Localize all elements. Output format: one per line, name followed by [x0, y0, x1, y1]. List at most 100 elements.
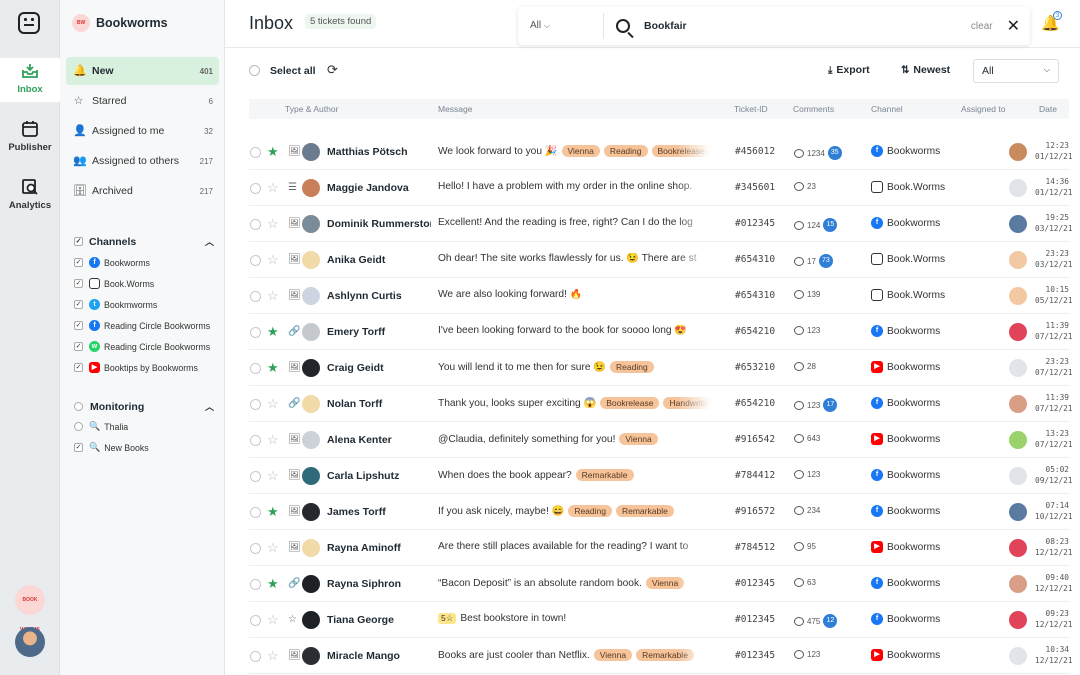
ticket-id[interactable]: #784512 — [735, 542, 775, 553]
author-name[interactable]: Rayna Siphron — [327, 578, 431, 590]
message-preview[interactable]: Thank you, looks super exciting 😱 Bookrel… — [438, 397, 710, 413]
table-row[interactable]: ☆ 🖼 Dominik Rummerstorfer Excellent! And th… — [249, 206, 1073, 242]
select-all-checkbox[interactable] — [249, 65, 260, 76]
row-checkbox[interactable] — [250, 255, 261, 266]
sidebar-item-assigned-to-others[interactable]: 👥 Assigned to others 217 — [66, 147, 219, 175]
star-icon[interactable]: ☆ — [267, 468, 279, 484]
col-channel[interactable]: Channel — [871, 104, 903, 114]
row-checkbox[interactable] — [250, 147, 261, 158]
ticket-id[interactable]: #654210 — [735, 326, 775, 337]
row-checkbox[interactable] — [250, 363, 261, 374]
row-checkbox[interactable] — [250, 543, 261, 554]
author-name[interactable]: Craig Geidt — [327, 362, 431, 374]
assignee-avatar[interactable] — [1009, 395, 1027, 413]
org-logo[interactable]: BOOK WORMS — [15, 585, 45, 633]
close-icon[interactable]: ✕ — [1007, 16, 1020, 36]
assignee-avatar[interactable] — [1009, 575, 1027, 593]
row-checkbox[interactable] — [250, 327, 261, 338]
ticket-id[interactable]: #012345 — [735, 614, 775, 625]
message-tag[interactable]: Reading — [610, 361, 654, 373]
monitoring-section-header[interactable]: Monitoring ︿ — [74, 400, 214, 413]
ticket-id[interactable]: #916542 — [735, 434, 775, 445]
select-all-label[interactable]: Select all — [270, 65, 316, 77]
table-row[interactable]: ★ 🔗 Emery Torff I've been looking forward t… — [249, 314, 1073, 350]
message-tag[interactable]: Bookrelease — [600, 397, 660, 409]
message-tag[interactable]: Vienna — [645, 577, 685, 589]
table-row[interactable]: ☆ ☆ Tiana George 5☆ Best bookstore in town! #… — [249, 602, 1073, 638]
message-preview[interactable]: @Claudia, definitely something for you! V… — [438, 433, 710, 449]
message-preview[interactable]: Excellent! And the reading is free, righ… — [438, 217, 710, 233]
ticket-id[interactable]: #653210 — [735, 362, 775, 373]
author-name[interactable]: Rayna Aminoff — [327, 542, 431, 554]
assignee-avatar[interactable] — [1009, 179, 1027, 197]
message-tag[interactable]: Vienna — [561, 145, 600, 157]
assignee-avatar[interactable] — [1009, 251, 1027, 269]
star-icon[interactable]: ☆ — [267, 180, 279, 196]
row-checkbox[interactable] — [250, 615, 261, 626]
search-scope-dropdown[interactable]: All ⌵ — [518, 13, 604, 39]
refresh-icon[interactable]: ⟳ — [327, 62, 338, 78]
assignee-avatar[interactable] — [1009, 467, 1027, 485]
assignee-avatar[interactable] — [1009, 503, 1027, 521]
monitoring-radio[interactable] — [74, 402, 83, 411]
table-row[interactable]: ☆ 🖼 Alena Kenter @Claudia, definitely somet… — [249, 422, 1073, 458]
sidebar-item-archived[interactable]: 🗄 Archived 217 — [66, 177, 219, 205]
channel-checkbox[interactable]: ✓ — [74, 321, 83, 330]
channel-checkbox[interactable]: ✓ — [74, 258, 83, 267]
user-avatar[interactable] — [15, 627, 45, 657]
message-tag[interactable]: Remarkable — [615, 505, 674, 517]
author-name[interactable]: Miracle Mango — [327, 650, 431, 662]
channels-section-header[interactable]: ✓ Channels ︿ — [74, 235, 214, 248]
author-name[interactable]: Ashlynn Curtis — [327, 290, 431, 302]
row-checkbox[interactable] — [250, 471, 261, 482]
sidebar-item-assigned-to-me[interactable]: 👤 Assigned to me 32 — [66, 117, 219, 145]
table-row[interactable]: ☆ 🖼 Carla Lipshutz When does the book appea… — [249, 458, 1073, 494]
star-icon[interactable]: ☆ — [267, 288, 279, 304]
channel-checkbox[interactable]: ✓ — [74, 279, 83, 288]
channel-item[interactable]: ✓ w Reading Circle Bookworms — [74, 341, 219, 352]
channel-checkbox[interactable]: ✓ — [74, 300, 83, 309]
assignee-avatar[interactable] — [1009, 611, 1027, 629]
author-name[interactable]: Emery Torff — [327, 326, 431, 338]
monitoring-checkbox[interactable]: ✓ — [74, 422, 83, 431]
channel-checkbox[interactable]: ✓ — [74, 363, 83, 372]
message-preview[interactable]: 5☆ Best bookstore in town! — [438, 613, 710, 629]
table-row[interactable]: ★ 🖼 Matthias Pötsch We look forward to you … — [249, 134, 1073, 170]
assignee-avatar[interactable] — [1009, 215, 1027, 233]
author-name[interactable]: Tiana George — [327, 614, 431, 626]
assignee-avatar[interactable] — [1009, 359, 1027, 377]
star-icon[interactable]: ☆ — [267, 396, 279, 412]
sidebar-item-new[interactable]: 🔔 New 401 — [66, 57, 219, 85]
ticket-id[interactable]: #012345 — [735, 218, 775, 229]
ticket-id[interactable]: #654310 — [735, 290, 775, 301]
message-preview[interactable]: When does the book appear? Remarkable — [438, 469, 710, 485]
channel-item[interactable]: ✓ f Reading Circle Bookworms — [74, 320, 219, 331]
ticket-id[interactable]: #784412 — [735, 470, 775, 481]
rail-item-inbox[interactable]: Inbox — [0, 58, 60, 102]
message-tag[interactable]: Remarkable — [636, 649, 694, 661]
table-row[interactable]: ☆ 🖼 Anika Geidt Oh dear! The site works fla… — [249, 242, 1073, 278]
monitoring-item[interactable]: ✓ 🔍Thalia — [74, 421, 219, 432]
message-preview[interactable]: “Bacon Deposit” is an absolute random bo… — [438, 577, 710, 593]
assignee-avatar[interactable] — [1009, 143, 1027, 161]
message-tag[interactable]: Handwriting — [663, 397, 710, 409]
message-preview[interactable]: We are also looking forward! 🔥 — [438, 289, 710, 305]
table-row[interactable]: ★ 🖼 James Torff If you ask nicely, maybe! 😄… — [249, 494, 1073, 530]
assignee-avatar[interactable] — [1009, 431, 1027, 449]
filter-dropdown[interactable]: All ⌵ — [973, 59, 1059, 83]
star-icon[interactable]: ★ — [267, 324, 279, 340]
message-preview[interactable]: Are there still places available for the… — [438, 541, 710, 557]
table-row[interactable]: ☆ 🔗 Nolan Torff Thank you, looks super exci… — [249, 386, 1073, 422]
author-name[interactable]: Anika Geidt — [327, 254, 431, 266]
message-preview[interactable]: Books are just cooler than Netflix. Vienn… — [438, 649, 710, 665]
channel-item[interactable]: ✓ f Bookworms — [74, 257, 219, 268]
author-name[interactable]: Carla Lipshutz — [327, 470, 431, 482]
chevron-up-icon[interactable]: ︿ — [205, 235, 214, 248]
workspace-brand[interactable]: BW Bookworms — [72, 14, 168, 32]
author-name[interactable]: Matthias Pötsch — [327, 146, 431, 158]
channel-item[interactable]: ✓ Book.Worms — [74, 278, 219, 289]
author-name[interactable]: Dominik Rummerstorfer — [327, 218, 431, 230]
author-name[interactable]: Alena Kenter — [327, 434, 431, 446]
star-icon[interactable]: ☆ — [267, 216, 279, 232]
author-name[interactable]: James Torff — [327, 506, 431, 518]
